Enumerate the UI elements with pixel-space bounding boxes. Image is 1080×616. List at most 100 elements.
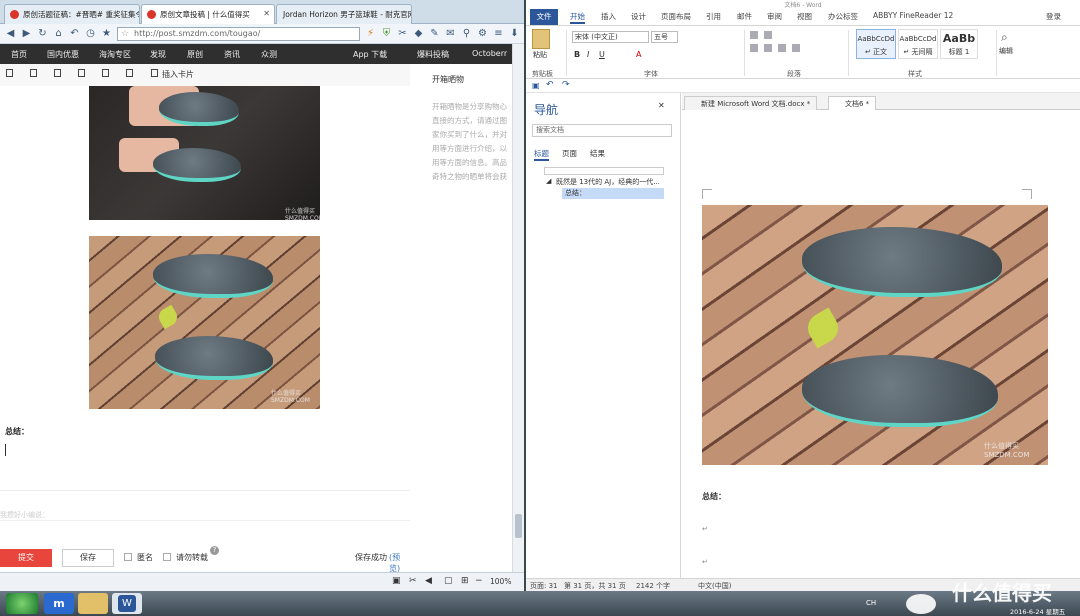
menu-haitao[interactable]: 海淘专区 (99, 49, 131, 60)
tab-abbyy[interactable]: ABBYY FineReader 12 (873, 11, 953, 20)
doc-tab-2[interactable]: 文档6 * (828, 96, 877, 110)
address-bar[interactable]: ☆ http://post.smzdm.com/tougao/ (117, 27, 360, 41)
save-button[interactable]: 保存 (62, 549, 114, 567)
forward-icon[interactable]: ▶ (20, 27, 33, 40)
numbering-icon[interactable] (764, 31, 772, 39)
bold-button[interactable]: B (574, 50, 580, 59)
status-pages[interactable]: 第 31 页，共 31 页 (564, 581, 626, 591)
submit-button[interactable]: 提交 (0, 549, 52, 567)
nav-scroll-up[interactable] (544, 167, 664, 175)
lightning-icon[interactable]: ⚡ (364, 27, 377, 40)
tab-review[interactable]: 审阅 (767, 11, 782, 22)
maxthon-browser-icon[interactable]: m (44, 593, 74, 614)
shield-icon[interactable]: ⛨ (380, 27, 393, 40)
style-normal[interactable]: AaBbCcDd ↵ 正文 (856, 29, 896, 59)
tab-references[interactable]: 引用 (706, 11, 721, 22)
tab-layout[interactable]: 页面布局 (661, 11, 691, 22)
document-page[interactable]: 什么值得买 SMZDM.COM 总结： ↵ ↵ (682, 111, 1080, 578)
menu-app[interactable]: App 下载 (353, 49, 387, 60)
scroll-thumb[interactable] (515, 514, 522, 538)
settings-icon[interactable]: ⚙ (476, 27, 489, 40)
favorite-star-icon[interactable]: ★ (100, 27, 113, 40)
download-icon[interactable]: ⬇ (508, 27, 521, 40)
save-icon[interactable]: ▣ (532, 81, 540, 90)
italic-button[interactable]: I (587, 50, 589, 59)
bookmark-star-icon[interactable]: ☆ (121, 28, 129, 40)
undo-icon[interactable]: ↶ (546, 80, 554, 90)
sound-icon[interactable]: ◀ (425, 576, 432, 586)
edit-button[interactable]: 编辑 (999, 46, 1013, 56)
extension-icon[interactable]: ◆ (412, 27, 425, 40)
article-editor[interactable]: 什么值得买 SMZDM.COM 什么值得买 SMZDM.COM 总结： 我攒好小… (0, 86, 410, 591)
tab-mailings[interactable]: 邮件 (737, 11, 752, 22)
window-icon[interactable]: ▢ (444, 576, 453, 586)
browser-tab-2[interactable]: 原创文章投稿 | 什么值得买 ✕ (141, 4, 275, 25)
redo-icon[interactable]: ↷ (562, 80, 570, 90)
status-page[interactable]: 页面: 31 (530, 581, 558, 591)
editor-tool-icon[interactable] (30, 69, 37, 77)
editor-tool-icon[interactable] (6, 69, 13, 77)
paste-icon[interactable] (532, 29, 550, 49)
nav-tab-headings[interactable]: 标题 (534, 148, 549, 161)
history-icon[interactable]: ◷ (84, 27, 97, 40)
search-icon[interactable]: ⚲ (460, 27, 473, 40)
close-tab-icon[interactable]: ✕ (263, 9, 270, 18)
font-name-select[interactable]: 宋体 (中文正) (572, 31, 649, 43)
refresh-icon[interactable]: ↻ (36, 27, 49, 40)
status-language[interactable]: 中文(中国) (698, 581, 731, 591)
undo-close-icon[interactable]: ↶ (68, 27, 81, 40)
style-heading1[interactable]: AaBb 标题 1 (940, 29, 978, 59)
browser-tab-1[interactable]: 原创活题征稿：#晋晒# 重奖征集令 ... (4, 4, 140, 24)
home-icon[interactable]: ⌂ (52, 27, 65, 40)
menu-news[interactable]: 资讯 (224, 49, 240, 60)
paste-button[interactable]: 粘贴 (533, 50, 547, 60)
tab-home[interactable]: 开始 (570, 11, 585, 24)
mail-icon[interactable]: ✉ (444, 27, 457, 40)
tab-office-tab[interactable]: 办公标签 (828, 11, 858, 22)
preview-link[interactable]: (预览) (389, 552, 410, 574)
vertical-scrollbar[interactable] (512, 44, 524, 572)
nav-heading-selected[interactable]: 总结： (562, 188, 664, 199)
style-no-spacing[interactable]: AaBbCcDd ↵ 无间隔 (898, 29, 938, 59)
menu-discover[interactable]: 发现 (150, 49, 166, 60)
help-icon[interactable]: ? (210, 546, 219, 555)
nav-heading-item[interactable]: 既然是 13代的 AJ，经典的一代... (556, 177, 660, 187)
align-center-icon[interactable] (764, 44, 772, 52)
word-icon[interactable]: W (118, 595, 136, 612)
menu-home[interactable]: 首页 (11, 49, 27, 60)
menu-icon[interactable]: ≡ (492, 27, 505, 40)
browser-tab-3[interactable]: Jordan Horizon 男子篮球鞋 - 耐克官网... (276, 4, 412, 24)
underline-button[interactable]: U (599, 50, 605, 59)
nav-tab-pages[interactable]: 页面 (562, 148, 577, 159)
tab-insert[interactable]: 插入 (601, 11, 616, 22)
status-words[interactable]: 2142 个字 (636, 581, 670, 591)
justify-icon[interactable] (792, 44, 800, 52)
translate-icon[interactable]: ✎ (428, 27, 441, 40)
card-icon[interactable] (151, 69, 158, 77)
menu-submit-deal[interactable]: 爆料投稿 (417, 49, 449, 60)
menu-review[interactable]: 众测 (261, 49, 277, 60)
editor-tool-icon[interactable] (126, 69, 133, 77)
clock-date[interactable]: 2016-6-24 星期五 (1010, 606, 1065, 616)
zoom-out-icon[interactable]: − (475, 576, 483, 586)
nav-search-input[interactable]: 搜索文档 (532, 124, 672, 137)
heading-collapse-icon[interactable]: ◢ (546, 177, 551, 185)
menu-original[interactable]: 原创 (187, 49, 203, 60)
cut-icon[interactable]: ✂ (409, 576, 417, 586)
zoom-fit-icon[interactable]: ⊞ (461, 576, 469, 586)
sign-in-link[interactable]: 登录 (1046, 11, 1061, 22)
insert-card-button[interactable]: 插入卡片 (162, 69, 194, 80)
menu-domestic[interactable]: 国内优惠 (47, 49, 79, 60)
no-repost-checkbox[interactable] (163, 553, 171, 561)
tools-icon[interactable]: ✂ (396, 27, 409, 40)
file-tab[interactable]: 文件 (530, 9, 558, 25)
font-size-select[interactable]: 五号 (651, 31, 678, 43)
anonymous-checkbox[interactable] (124, 553, 132, 561)
language-indicator[interactable]: CH (866, 599, 876, 607)
zoom-level[interactable]: 100% (490, 577, 511, 586)
doc-tab-1[interactable]: 新建 Microsoft Word 文档.docx * (684, 96, 818, 110)
tab-design[interactable]: 设计 (631, 11, 646, 22)
back-icon[interactable]: ◀ (4, 27, 17, 40)
menu-user[interactable]: Octoberr (472, 49, 507, 58)
nav-close-icon[interactable]: ✕ (658, 101, 665, 110)
